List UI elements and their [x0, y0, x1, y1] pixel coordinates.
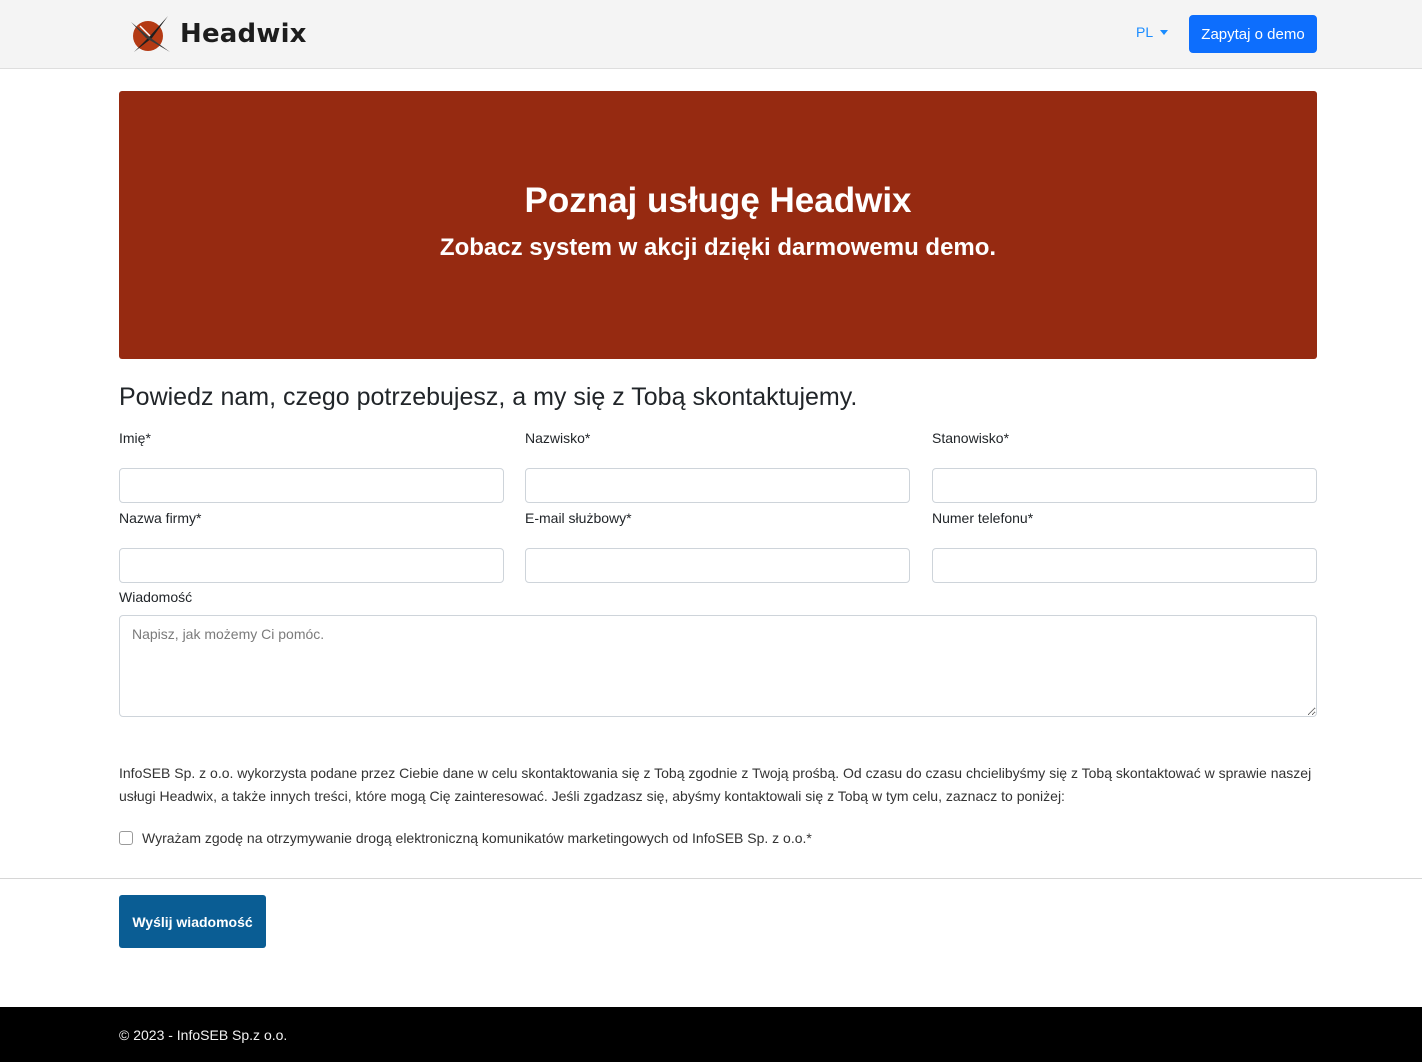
caret-down-icon	[1160, 29, 1169, 35]
company-group: Nazwa firmy*	[119, 510, 504, 583]
page-footer: © 2023 - InfoSEB Sp.z o.o.	[0, 1007, 1422, 1062]
consent-info-text: InfoSEB Sp. z o.o. wykorzysta podane prz…	[119, 765, 1312, 804]
first-name-label: Imię*	[119, 430, 151, 446]
brand-name: Headwix	[180, 19, 307, 49]
email-group: E-mail służbowy*	[525, 510, 910, 583]
company-input[interactable]	[119, 548, 504, 583]
divider	[0, 878, 1422, 879]
message-label: Wiadomość	[119, 589, 193, 605]
company-label: Nazwa firmy*	[119, 510, 202, 526]
send-message-button[interactable]: Wyślij wiadomość	[119, 895, 266, 948]
hero-title: Poznaj usługę Headwix	[524, 181, 912, 220]
phone-input[interactable]	[932, 548, 1317, 583]
top-navbar: Headwix PL Zapytaj o demo	[0, 0, 1422, 69]
phone-group: Numer telefonu*	[932, 510, 1317, 583]
headwix-x-logo-icon	[131, 16, 170, 52]
hero-subtitle: Zobacz system w akcji dzięki darmowemu d…	[439, 234, 997, 261]
marketing-consent-row: Wyrażam zgodę na otrzymywanie drogą elek…	[119, 830, 812, 846]
last-name-group: Nazwisko*	[525, 430, 910, 503]
email-label: E-mail służbowy*	[525, 510, 632, 526]
last-name-input[interactable]	[525, 468, 910, 503]
phone-label: Numer telefonu*	[932, 510, 1034, 526]
position-input[interactable]	[932, 468, 1317, 503]
form-heading: Powiedz nam, czego potrzebujesz, a my si…	[119, 383, 858, 411]
first-name-group: Imię*	[119, 430, 504, 503]
email-input[interactable]	[525, 548, 910, 583]
last-name-label: Nazwisko*	[525, 430, 591, 446]
marketing-consent-checkbox[interactable]	[119, 831, 133, 845]
request-demo-button[interactable]: Zapytaj o demo	[1189, 15, 1317, 53]
language-label: PL	[1136, 24, 1154, 40]
marketing-consent-label: Wyrażam zgodę na otrzymywanie drogą elek…	[142, 830, 812, 846]
first-name-input[interactable]	[119, 468, 504, 503]
position-label: Stanowisko*	[932, 430, 1010, 446]
position-group: Stanowisko*	[932, 430, 1317, 503]
hero-banner: Poznaj usługę Headwix Zobacz system w ak…	[119, 91, 1317, 359]
message-textarea[interactable]	[119, 615, 1317, 717]
copyright-text: © 2023 - InfoSEB Sp.z o.o.	[119, 1027, 288, 1043]
brand-link[interactable]: Headwix	[128, 12, 307, 56]
language-dropdown[interactable]: PL	[1136, 24, 1169, 40]
